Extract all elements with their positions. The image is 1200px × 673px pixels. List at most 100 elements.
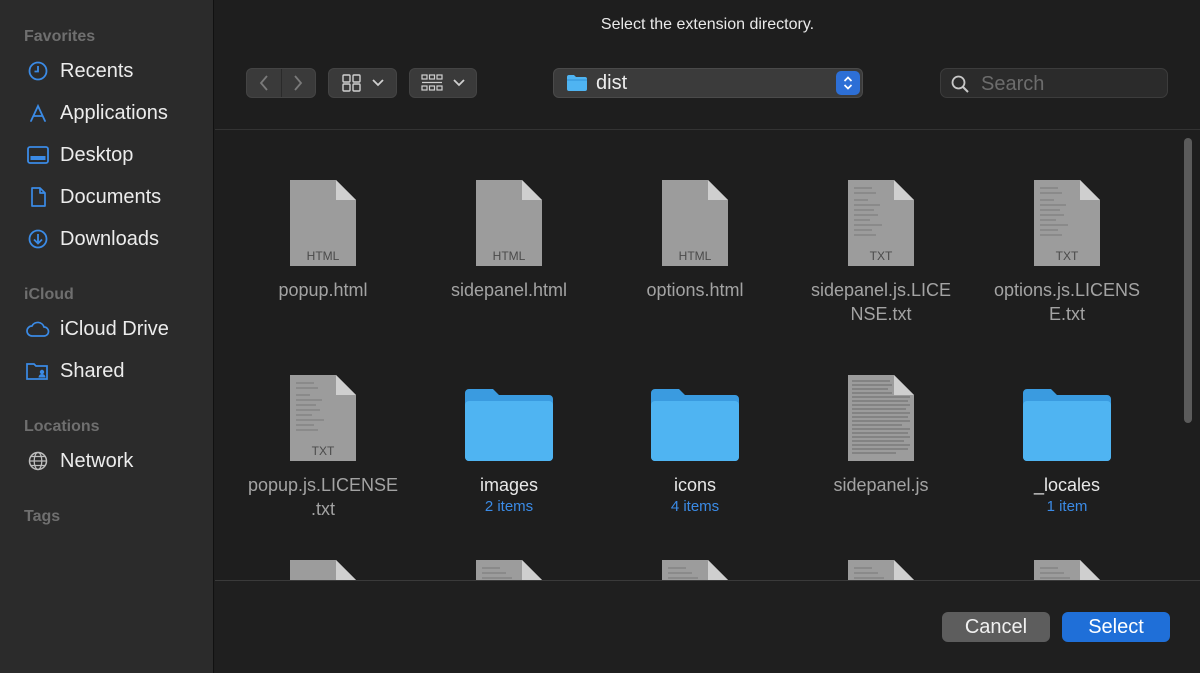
- search-icon: [951, 75, 969, 93]
- txt-file-icon: [416, 558, 602, 580]
- folder-item[interactable]: _locales 1 item: [974, 363, 1160, 517]
- txt-file-icon: TXT: [788, 168, 974, 268]
- folder-item-count: 1 item: [1046, 498, 1088, 515]
- folder-item-count: 2 items: [484, 498, 534, 515]
- sidebar-item-label: Shared: [60, 359, 125, 382]
- desktop-icon: [24, 144, 52, 166]
- file-name: popup.html: [278, 280, 368, 300]
- group-icon: [421, 74, 443, 91]
- view-mode-button[interactable]: [328, 68, 397, 98]
- file-item[interactable]: [602, 558, 788, 580]
- file-name: sidepanel.js.LICE NSE.txt: [810, 280, 952, 324]
- applications-icon: [24, 102, 52, 124]
- sidebar-item-recents[interactable]: Recents: [24, 56, 133, 86]
- folder-name: images: [479, 475, 539, 495]
- file-kind: HTML: [307, 249, 340, 263]
- search-input[interactable]: [979, 71, 1163, 97]
- location-label: dist: [596, 72, 628, 94]
- sidebar-item-documents[interactable]: Documents: [24, 182, 161, 212]
- txt-file-icon: TXT: [974, 168, 1160, 268]
- txt-file-icon: [602, 558, 788, 580]
- globe-icon: [24, 450, 52, 472]
- sidebar-item-icloud-drive[interactable]: iCloud Drive: [24, 314, 169, 344]
- file-name: options.js.LICENS E.txt: [993, 280, 1141, 324]
- file-item[interactable]: HTML popup.html: [230, 168, 416, 302]
- file-item[interactable]: [974, 558, 1160, 580]
- sidebar: Favorites Recents Applications Desktop D…: [0, 0, 214, 673]
- file-kind: TXT: [870, 249, 893, 263]
- chevron-down-icon: [453, 79, 465, 87]
- file-icon: [230, 558, 416, 580]
- folder-name: icons: [673, 475, 717, 495]
- file-name: sidepanel.html: [450, 280, 568, 300]
- file-item[interactable]: HTML options.html: [602, 168, 788, 302]
- file-name: options.html: [646, 280, 744, 300]
- sidebar-item-label: Desktop: [60, 143, 134, 166]
- sidebar-item-downloads[interactable]: Downloads: [24, 224, 159, 254]
- file-kind: HTML: [493, 249, 526, 263]
- file-kind: TXT: [312, 444, 335, 458]
- sidebar-item-label: Documents: [60, 185, 162, 208]
- scrollbar[interactable]: [1184, 138, 1194, 423]
- file-item[interactable]: [788, 558, 974, 580]
- file-grid: HTML popup.html HTML sidepanel.html HTML…: [215, 130, 1200, 580]
- back-button[interactable]: [247, 69, 282, 97]
- sidebar-item-label: Network: [60, 449, 134, 472]
- scrollbar-thumb[interactable]: [1184, 138, 1192, 423]
- forward-button[interactable]: [282, 69, 316, 97]
- chevron-right-icon: [294, 75, 303, 91]
- file-item[interactable]: TXT options.js.LICENS E.txt: [974, 168, 1160, 326]
- download-icon: [24, 228, 52, 250]
- sidebar-section-tags: Tags: [24, 508, 61, 525]
- sidebar-item-network[interactable]: Network: [24, 446, 133, 476]
- search-box[interactable]: [940, 68, 1168, 98]
- file-kind: TXT: [1056, 249, 1079, 263]
- file-name: popup.js.LICENSE .txt: [247, 475, 399, 519]
- html-file-icon: HTML: [602, 168, 788, 268]
- icon-view-icon: [341, 74, 361, 92]
- txt-file-icon: [974, 558, 1160, 580]
- shared-folder-icon: [24, 360, 52, 382]
- location-popup[interactable]: dist: [553, 68, 863, 98]
- sidebar-section-favorites: Favorites: [24, 28, 96, 45]
- file-item[interactable]: [230, 558, 416, 580]
- file-item[interactable]: [416, 558, 602, 580]
- folder-item-count: 4 items: [670, 498, 720, 515]
- folder-icon: [602, 363, 788, 463]
- cancel-button[interactable]: Cancel: [942, 612, 1050, 642]
- html-file-icon: HTML: [416, 168, 602, 268]
- nav-buttons: [246, 68, 316, 98]
- sidebar-item-label: Downloads: [60, 227, 159, 250]
- sidebar-item-applications[interactable]: Applications: [24, 98, 168, 128]
- sidebar-item-label: Applications: [60, 101, 168, 124]
- file-item[interactable]: sidepanel.js: [788, 363, 974, 497]
- folder-item[interactable]: images 2 items: [416, 363, 602, 517]
- sidebar-item-shared[interactable]: Shared: [24, 356, 125, 386]
- file-kind: HTML: [679, 249, 712, 263]
- sidebar-section-icloud: iCloud: [24, 286, 74, 303]
- file-browser: Select the extension directory. dist Sea…: [215, 0, 1200, 673]
- group-by-button[interactable]: [409, 68, 477, 98]
- txt-file-icon: TXT: [230, 363, 416, 463]
- cloud-icon: [24, 318, 52, 340]
- folder-icon: [974, 363, 1160, 463]
- sidebar-item-label: Recents: [60, 59, 134, 82]
- file-item[interactable]: HTML sidepanel.html: [416, 168, 602, 302]
- chevron-left-icon: [259, 75, 268, 91]
- folder-item[interactable]: icons 4 items: [602, 363, 788, 517]
- folder-name: _locales: [1033, 475, 1101, 495]
- js-file-icon: [788, 363, 974, 463]
- sidebar-item-label: iCloud Drive: [60, 317, 169, 340]
- dialog-title: Select the extension directory.: [600, 16, 815, 33]
- file-item[interactable]: TXT sidepanel.js.LICE NSE.txt: [788, 168, 974, 326]
- dialog-footer: Cancel Select: [215, 581, 1200, 673]
- select-button[interactable]: Select: [1062, 612, 1170, 642]
- chevron-down-icon: [371, 79, 384, 87]
- txt-file-icon: [788, 558, 974, 580]
- sidebar-item-desktop[interactable]: Desktop: [24, 140, 133, 170]
- file-item[interactable]: TXT popup.js.LICENSE .txt: [230, 363, 416, 521]
- folder-icon: [567, 75, 587, 91]
- document-icon: [24, 186, 52, 208]
- location-stepper[interactable]: [836, 71, 860, 95]
- clock-icon: [24, 60, 52, 82]
